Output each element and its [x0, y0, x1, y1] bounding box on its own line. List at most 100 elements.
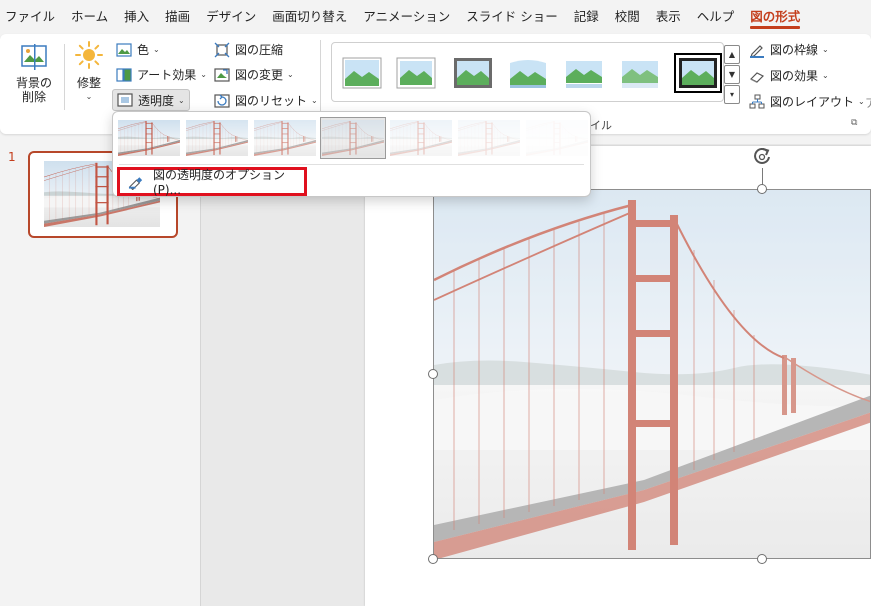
transparency-preset[interactable]: [118, 120, 180, 156]
preset-image: [526, 120, 588, 156]
sun-icon: [75, 41, 103, 69]
dropdown-separator: [119, 164, 584, 165]
transparency-preset[interactable]: [186, 120, 248, 156]
layout-icon: [749, 94, 765, 108]
picture-effects-button[interactable]: 図の効果 ⌄: [749, 67, 829, 84]
picture-styles-gallery: [331, 42, 724, 102]
chevron-down-icon: ⌄: [287, 70, 294, 79]
transparency-options-item[interactable]: 図の透明度のオプション(P)...: [117, 167, 307, 197]
corrections-label: 修整: [76, 76, 101, 90]
transparency-options-label: 図の透明度のオプション(P)...: [152, 168, 285, 197]
ribbon-overflow-label: ア: [865, 94, 871, 111]
preset-image: [390, 120, 452, 156]
transparency-button[interactable]: 透明度 ⌄: [112, 89, 190, 111]
transparency-icon: [117, 93, 133, 107]
change-picture-icon: [214, 67, 230, 82]
compress-pictures-button[interactable]: 図の圧縮: [214, 41, 283, 58]
rotate-handle-icon[interactable]: [751, 146, 773, 168]
styles-group-label: イル: [590, 119, 612, 132]
preset-image: [458, 120, 520, 156]
preset-image: [118, 120, 180, 156]
reset-picture-label: 図のリセット: [235, 94, 308, 108]
transparency-label: 透明度: [138, 93, 175, 108]
tab-home[interactable]: ホーム: [71, 0, 108, 34]
tab-transitions[interactable]: 画面切り替え: [272, 0, 347, 34]
gallery-scroll-up[interactable]: ▲: [724, 45, 740, 64]
transparency-preset[interactable]: [320, 117, 386, 159]
artistic-effects-label: アート効果: [137, 68, 197, 82]
preset-image: [322, 120, 384, 156]
transparency-preset[interactable]: [526, 120, 588, 156]
compress-icon: [214, 42, 230, 57]
tab-picture-format[interactable]: 図の形式: [750, 0, 801, 34]
tab-slideshow[interactable]: スライド ショー: [466, 0, 557, 34]
more-icon: ▾: [729, 90, 734, 99]
picture-style-thumb[interactable]: [342, 57, 382, 89]
reset-picture-icon: [214, 93, 230, 108]
picture-style-thumb[interactable]: [508, 57, 548, 89]
corrections-button[interactable]: 修整 ⌄: [72, 40, 106, 104]
tab-design[interactable]: デザイン: [206, 0, 256, 34]
color-label: 色: [137, 43, 150, 57]
resize-handle-left[interactable]: [428, 369, 438, 379]
compress-label: 図の圧縮: [235, 43, 284, 57]
picture-style-thumb[interactable]: [674, 53, 722, 93]
chevron-down-icon: ⌄: [178, 95, 185, 105]
tab-draw[interactable]: 描画: [165, 0, 190, 34]
preset-image: [254, 120, 316, 156]
chevron-down-icon: ⌄: [311, 96, 318, 105]
effects-icon: [749, 71, 765, 83]
picture-style-thumb[interactable]: [564, 57, 604, 89]
resize-handle-bottom[interactable]: [757, 554, 767, 564]
tab-record[interactable]: 記録: [574, 0, 599, 34]
transparency-options-icon: [128, 176, 143, 190]
tab-animations[interactable]: アニメーション: [363, 0, 450, 34]
bridge-picture[interactable]: [433, 189, 871, 559]
ribbon-separator: [320, 40, 321, 112]
chevron-down-icon: ⌄: [153, 45, 160, 54]
bridge-image: [434, 190, 870, 558]
remove-background-label-1: 背景の: [15, 76, 52, 90]
picture-border-button[interactable]: 図の枠線 ⌄: [749, 41, 829, 58]
color-button[interactable]: 色 ⌄: [116, 41, 160, 58]
ribbon-separator: [64, 44, 65, 110]
picture-layout-button[interactable]: 図のレイアウト ⌄: [749, 93, 865, 110]
change-picture-label: 図の変更: [235, 68, 284, 82]
chevron-down-icon: ⌄: [200, 70, 207, 79]
transparency-dropdown: 図の透明度のオプション(P)...: [112, 111, 591, 197]
transparency-preset[interactable]: [254, 120, 316, 156]
chevron-down-icon: ▼: [728, 70, 736, 79]
reset-picture-button[interactable]: 図のリセット ⌄: [214, 92, 318, 109]
menu-bar: ファイル ホーム 挿入 描画 デザイン 画面切り替え アニメーション スライド …: [0, 0, 871, 34]
resize-handle-bottom-left[interactable]: [428, 554, 438, 564]
tab-view[interactable]: 表示: [656, 0, 681, 34]
picture-layout-label: 図のレイアウト: [770, 95, 855, 109]
tab-insert[interactable]: 挿入: [124, 0, 149, 34]
remove-background-label-2: 削除: [21, 90, 46, 104]
gallery-more-button[interactable]: ▾: [724, 85, 740, 104]
gallery-scroll-down[interactable]: ▼: [724, 65, 740, 84]
pen-icon: [750, 44, 764, 58]
dialog-launcher-icon[interactable]: ⧉: [851, 118, 857, 128]
picture-border-label: 図の枠線: [770, 43, 819, 57]
chevron-up-icon: ▲: [728, 50, 736, 59]
chevron-down-icon: ⌄: [858, 97, 865, 106]
picture-style-thumb[interactable]: [453, 57, 493, 89]
artistic-effects-button[interactable]: アート効果 ⌄: [116, 66, 207, 83]
remove-background-button[interactable]: 背景の 削除: [12, 42, 56, 104]
transparency-preset[interactable]: [458, 120, 520, 156]
preset-image: [186, 120, 248, 156]
tab-help[interactable]: ヘルプ: [697, 0, 735, 34]
tab-review[interactable]: 校閲: [615, 0, 640, 34]
tab-file[interactable]: ファイル: [5, 0, 55, 34]
chevron-down-icon: ⌄: [85, 92, 93, 101]
transparency-preset[interactable]: [390, 120, 452, 156]
change-picture-button[interactable]: 図の変更 ⌄: [214, 66, 294, 83]
chevron-down-icon: ⌄: [822, 71, 829, 80]
picture-style-thumb[interactable]: [396, 57, 436, 89]
remove-background-icon: [21, 44, 47, 70]
slide-number: 1: [8, 150, 16, 164]
resize-handle-top[interactable]: [757, 184, 767, 194]
chevron-down-icon: ⌄: [822, 45, 829, 54]
picture-style-thumb[interactable]: [620, 57, 660, 89]
